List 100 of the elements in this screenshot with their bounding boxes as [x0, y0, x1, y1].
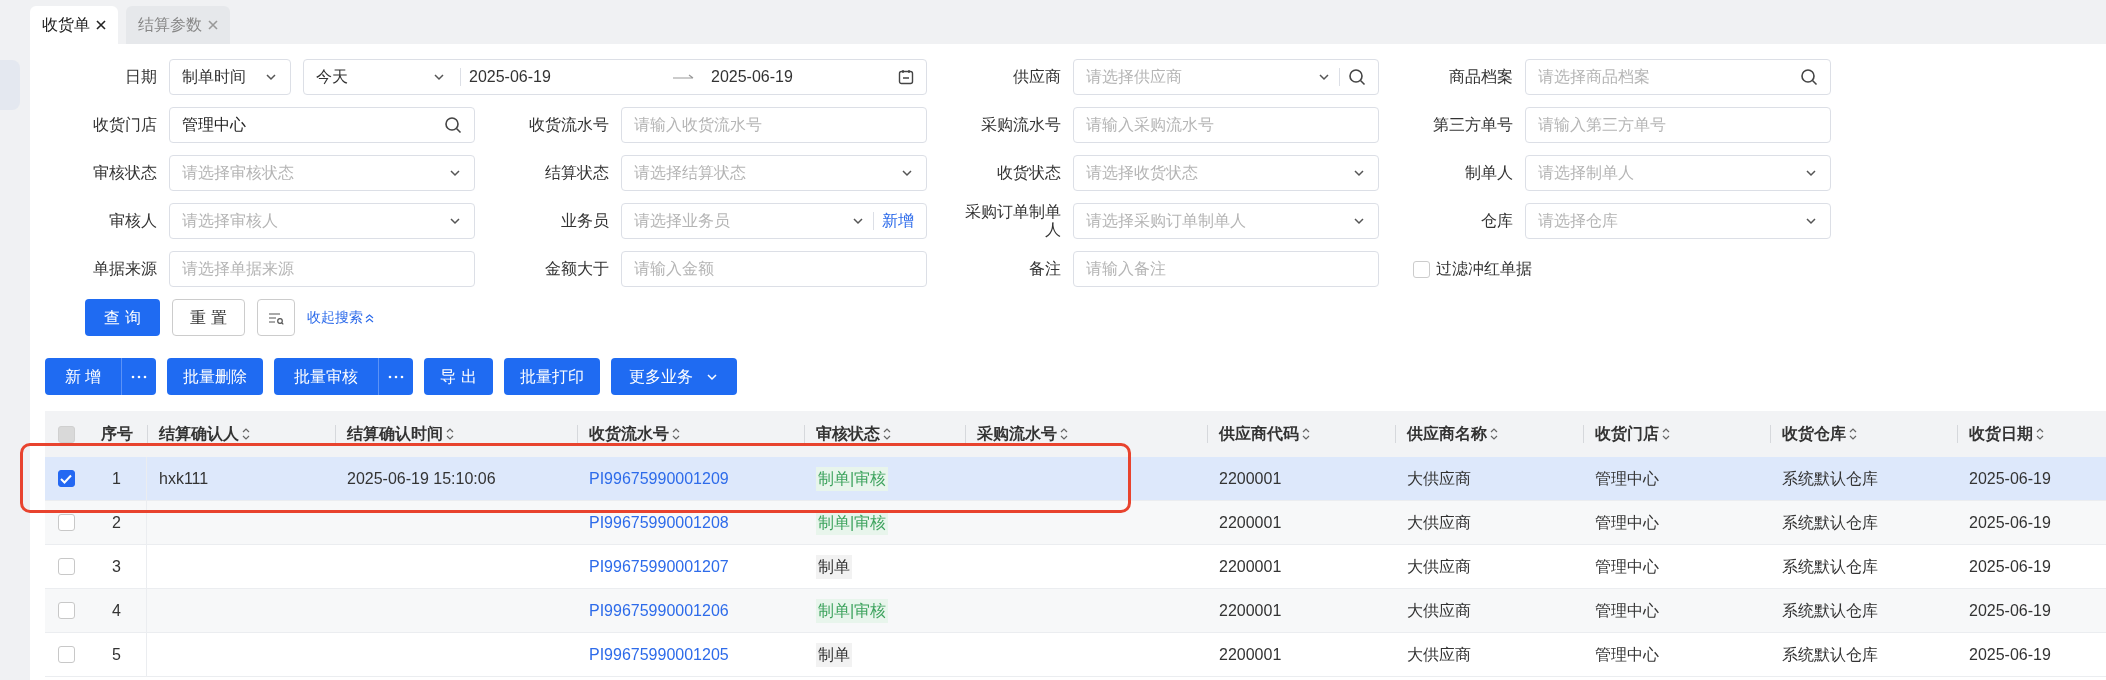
- table-cell-text: 系统默认仓库: [1782, 512, 1878, 533]
- checkbox[interactable]: [1413, 260, 1430, 278]
- table-row[interactable]: 3 PI99675990001207 制单 2200001 大供应商 管理中心 系统默认仓库 2025-06-19: [45, 545, 2106, 589]
- table-cell-text: 2025-06-19 15:10:06: [347, 468, 496, 489]
- column-header[interactable]: 审核状态: [816, 422, 880, 446]
- input-field[interactable]: 请输入第三方单号: [1525, 107, 1831, 143]
- select-field[interactable]: 请选择仓库: [1525, 203, 1831, 239]
- sort-icon[interactable]: [1059, 427, 1069, 441]
- date-range-field[interactable]: 今天 2025-06-19 2025-06-19: [303, 59, 927, 95]
- close-icon[interactable]: [96, 20, 106, 30]
- column-header[interactable]: 收货流水号: [589, 422, 669, 446]
- column-header[interactable]: 收货仓库: [1782, 422, 1846, 446]
- input-field[interactable]: 请选择单据来源: [169, 251, 475, 287]
- text-input[interactable]: 请选择仓库: [1538, 209, 1796, 233]
- sort-icon[interactable]: [1301, 427, 1311, 441]
- sort-icon[interactable]: [241, 427, 251, 441]
- column-header[interactable]: 收货日期: [1969, 422, 2033, 446]
- text-input[interactable]: 请选择采购订单制单人: [1086, 209, 1344, 233]
- query-button[interactable]: 查 询: [85, 299, 160, 336]
- sort-icon[interactable]: [2035, 427, 2045, 441]
- receipt-link[interactable]: PI99675990001207: [589, 554, 729, 579]
- receipt-link[interactable]: PI99675990001208: [589, 510, 729, 535]
- text-input[interactable]: 请选择单据来源: [182, 257, 462, 281]
- table-row[interactable]: 4 PI99675990001206 制单|审核 2200001 大供应商 管理中心 系统默认仓库 2025-06-19: [45, 589, 2106, 633]
- search-field[interactable]: 请选择商品档案: [1525, 59, 1831, 95]
- column-header[interactable]: 采购流水号: [977, 422, 1057, 446]
- sort-icon[interactable]: [1489, 427, 1499, 441]
- column-header[interactable]: 序号: [101, 422, 133, 446]
- column-header[interactable]: 结算确认时间: [347, 422, 443, 446]
- sort-icon[interactable]: [1848, 427, 1858, 441]
- reset-button[interactable]: 重 置: [172, 299, 245, 336]
- search-icon[interactable]: [1348, 68, 1366, 86]
- field-label: 收货流水号: [529, 116, 609, 134]
- column-header[interactable]: 供应商代码: [1219, 422, 1299, 446]
- select-field[interactable]: 请选择审核人: [169, 203, 475, 239]
- text-input[interactable]: 请选择结算状态: [634, 161, 892, 185]
- input-field[interactable]: 请输入采购流水号: [1073, 107, 1379, 143]
- text-input[interactable]: 请选择审核人: [182, 209, 440, 233]
- input-field[interactable]: 请输入金额: [621, 251, 927, 287]
- field-label: 收货门店: [93, 116, 157, 134]
- sort-icon[interactable]: [1661, 427, 1671, 441]
- end-date[interactable]: 2025-06-19: [711, 65, 890, 89]
- start-date[interactable]: 2025-06-19: [469, 65, 665, 89]
- table-cell-text: 大供应商: [1407, 600, 1471, 621]
- search-icon[interactable]: [444, 116, 462, 134]
- text-input[interactable]: 请输入金额: [634, 257, 914, 281]
- row-checkbox[interactable]: [57, 646, 75, 663]
- column-header[interactable]: 供应商名称: [1407, 422, 1487, 446]
- input-field[interactable]: 请输入备注: [1073, 251, 1379, 287]
- select-field[interactable]: 请选择业务员 新增: [621, 203, 927, 239]
- receipt-link[interactable]: PI99675990001209: [589, 466, 729, 491]
- sort-icon[interactable]: [445, 427, 455, 441]
- text-input[interactable]: 请输入采购流水号: [1086, 113, 1366, 137]
- text-input[interactable]: 请选择业务员: [634, 209, 843, 233]
- row-checkbox[interactable]: [57, 470, 75, 487]
- column-header[interactable]: 收货门店: [1595, 422, 1659, 446]
- text-input[interactable]: 请输入收货流水号: [634, 113, 914, 137]
- sort-icon[interactable]: [882, 427, 892, 441]
- receipt-link[interactable]: PI99675990001206: [589, 598, 729, 623]
- text-input[interactable]: 请选择供应商: [1086, 65, 1309, 89]
- row-checkbox[interactable]: [57, 514, 75, 531]
- table-row[interactable]: 2 PI99675990001208 制单|审核 2200001 大供应商 管理中心 系统默认仓库 2025-06-19: [45, 501, 2106, 545]
- select-field[interactable]: 请选择收货状态: [1073, 155, 1379, 191]
- toolbar-button[interactable]: 批量打印: [503, 358, 600, 395]
- row-checkbox[interactable]: [57, 602, 75, 619]
- column-header[interactable]: 结算确认人: [159, 422, 239, 446]
- calendar-icon[interactable]: [898, 69, 914, 85]
- select-field[interactable]: 请选择审核状态: [169, 155, 475, 191]
- toolbar-dropdown-button[interactable]: 更多业务: [610, 358, 737, 395]
- text-input[interactable]: 请输入第三方单号: [1538, 113, 1818, 137]
- row-checkbox[interactable]: [57, 558, 75, 575]
- toolbar-button[interactable]: 导 出: [424, 358, 493, 395]
- text-input[interactable]: 请输入备注: [1086, 257, 1366, 281]
- add-link[interactable]: 新增: [882, 209, 914, 233]
- table-row[interactable]: 5 PI99675990001205 制单 2200001 大供应商 管理中心 系统默认仓库 2025-06-19: [45, 633, 2106, 677]
- field-label: 制单人: [1465, 164, 1513, 182]
- text-input[interactable]: 请选择制单人: [1538, 161, 1796, 185]
- date-type-select[interactable]: 制单时间: [169, 59, 291, 95]
- tab[interactable]: 收货单: [30, 6, 118, 44]
- field-label: 采购订单制单人: [965, 203, 1061, 239]
- toolbar-button[interactable]: 批量删除: [167, 358, 264, 395]
- table-row[interactable]: 1 hxk111 2025-06-19 15:10:06 PI99675990001209 制单|审核 2200001 大供应商 管理中心 系统默认仓库 2025-06-19: [45, 457, 2106, 501]
- text-input[interactable]: 请选择收货状态: [1086, 161, 1344, 185]
- text-input[interactable]: 请选择商品档案: [1538, 65, 1792, 89]
- receipt-link[interactable]: PI99675990001205: [589, 642, 729, 667]
- sort-icon[interactable]: [671, 427, 681, 441]
- date-preset[interactable]: 今天: [316, 65, 424, 89]
- field-label: 收货状态: [997, 164, 1061, 182]
- search-icon[interactable]: [1800, 68, 1818, 86]
- text-input[interactable]: 请选择审核状态: [182, 161, 440, 185]
- search-field[interactable]: 管理中心: [169, 107, 475, 143]
- select-field[interactable]: 请选择结算状态: [621, 155, 927, 191]
- select-field[interactable]: 请选择采购订单制单人: [1073, 203, 1379, 239]
- collapse-search-link[interactable]: 收起搜索: [307, 307, 374, 328]
- more-icon[interactable]: [131, 374, 148, 379]
- input-field[interactable]: 请输入收货流水号: [621, 107, 927, 143]
- status-tag: 制单: [816, 642, 852, 667]
- select-field[interactable]: 请选择供应商: [1073, 59, 1379, 95]
- select-field[interactable]: 请选择制单人: [1525, 155, 1831, 191]
- more-icon[interactable]: [388, 374, 405, 379]
